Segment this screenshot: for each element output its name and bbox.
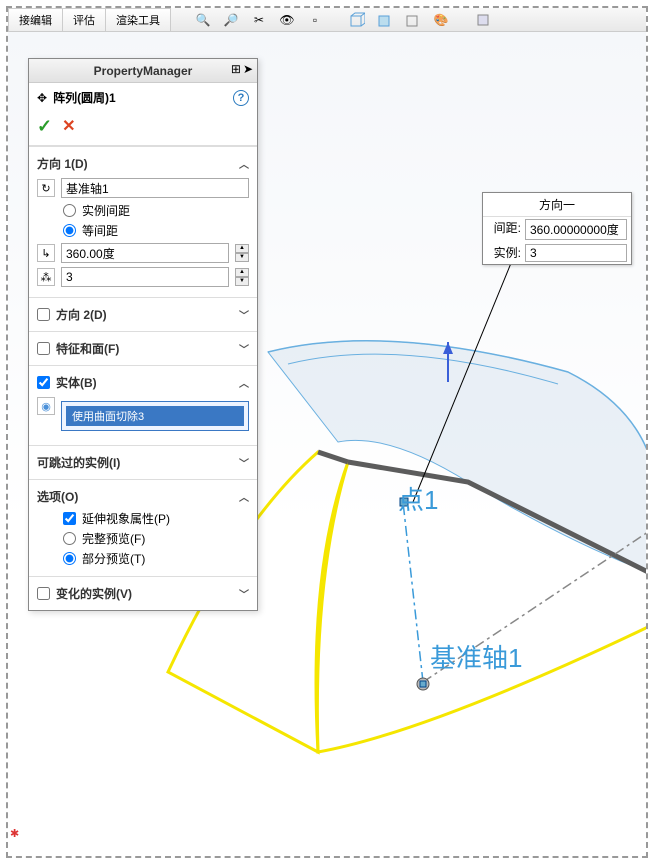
chevron-down-icon: ﹀ xyxy=(239,586,249,601)
section-direction1[interactable]: 方向 1(D)︿ xyxy=(37,153,249,174)
count-icon: ⁂ xyxy=(37,268,55,286)
section-varied-instances[interactable]: 变化的实例(V)﹀ xyxy=(37,583,249,604)
radio-equal-spacing[interactable] xyxy=(63,224,76,237)
callout-title: 方向一 xyxy=(483,193,631,217)
pm-title: PropertyManager xyxy=(94,64,193,78)
spacing-value[interactable]: 360.00000000度 xyxy=(525,219,627,240)
angle-icon: ↳ xyxy=(37,244,55,262)
tab-evaluate[interactable]: 评估 xyxy=(62,8,106,32)
radio-partial-preview[interactable] xyxy=(63,552,76,565)
count-spinner[interactable]: ▲▼ xyxy=(235,268,249,286)
section-bodies[interactable]: 实体(B)︿ xyxy=(37,372,249,393)
arrow-icon[interactable]: ➤ xyxy=(243,62,253,76)
varied-checkbox[interactable] xyxy=(37,587,50,600)
pattern-icon: ✥ xyxy=(37,91,47,105)
iso-icon[interactable] xyxy=(473,10,493,30)
extend-checkbox[interactable] xyxy=(63,512,76,525)
tab-edit[interactable]: 接编辑 xyxy=(8,8,63,32)
tab-render[interactable]: 渲染工具 xyxy=(105,8,171,32)
angle-input[interactable]: 360.00度 xyxy=(61,243,229,263)
axis-select-icon[interactable]: ↻ xyxy=(37,179,55,197)
chevron-up-icon: ︿ xyxy=(239,375,249,390)
cancel-button[interactable]: ✕ xyxy=(62,116,75,137)
body-selected-item[interactable]: 使用曲面切除3 xyxy=(66,406,244,426)
pin-icon[interactable]: ⊞ xyxy=(231,62,241,76)
label-axis1: 基准轴1 xyxy=(430,638,522,675)
body-icon: ◉ xyxy=(37,397,55,415)
dimension-callout[interactable]: 方向一 间距:360.00000000度 实例:3 xyxy=(482,192,632,265)
feature-name: 阵列(圆周)1 xyxy=(53,89,116,106)
section-features-faces[interactable]: 特征和面(F)﹀ xyxy=(37,338,249,359)
pm-titlebar: PropertyManager ⊞ ➤ xyxy=(29,59,257,83)
property-manager-panel: PropertyManager ⊞ ➤ ✥ 阵列(圆周)1 ? ✓ ✕ 方向 1… xyxy=(28,58,258,611)
help-icon[interactable]: ? xyxy=(233,90,249,106)
chevron-down-icon: ﹀ xyxy=(239,341,249,356)
cube3-icon[interactable] xyxy=(403,10,423,30)
magnifier-icon[interactable]: 🔍 xyxy=(193,10,213,30)
label-point1: 点1 xyxy=(398,480,438,517)
ok-button[interactable]: ✓ xyxy=(37,116,52,137)
body-checkbox[interactable] xyxy=(37,376,50,389)
top-toolbar: 接编辑 评估 渲染工具 🔍 🔎 ✂ 👁 ▫ 🎨 xyxy=(8,8,646,32)
radio-instance-spacing[interactable] xyxy=(63,204,76,217)
axis-input[interactable]: 基准轴1 xyxy=(61,178,249,198)
chevron-up-icon: ︿ xyxy=(239,489,249,504)
section-icon[interactable]: ✂ xyxy=(249,10,269,30)
display-icon[interactable]: ▫ xyxy=(305,10,325,30)
section-options[interactable]: 选项(O)︿ xyxy=(37,486,249,507)
section-direction2[interactable]: 方向 2(D)﹀ xyxy=(37,304,249,325)
radio-full-preview[interactable] xyxy=(63,532,76,545)
angle-spinner[interactable]: ▲▼ xyxy=(235,244,249,262)
chevron-down-icon: ﹀ xyxy=(239,307,249,322)
view-icon[interactable]: 👁 xyxy=(277,10,297,30)
chevron-up-icon: ︿ xyxy=(239,156,249,171)
dir2-checkbox[interactable] xyxy=(37,308,50,321)
zoom-icon[interactable]: 🔎 xyxy=(221,10,241,30)
section-skip-instances[interactable]: 可跳过的实例(I)﹀ xyxy=(37,452,249,473)
featface-checkbox[interactable] xyxy=(37,342,50,355)
spacing-label: 间距: xyxy=(487,219,521,240)
count-input[interactable]: 3 xyxy=(61,267,229,287)
cube1-icon[interactable] xyxy=(347,10,367,30)
body-selection-box[interactable]: 使用曲面切除3 xyxy=(61,401,249,431)
cube2-icon[interactable] xyxy=(375,10,395,30)
shade-icon[interactable]: 🎨 xyxy=(431,10,451,30)
chevron-down-icon: ﹀ xyxy=(239,455,249,470)
instance-value[interactable]: 3 xyxy=(525,244,627,262)
instance-label: 实例: xyxy=(487,244,521,262)
